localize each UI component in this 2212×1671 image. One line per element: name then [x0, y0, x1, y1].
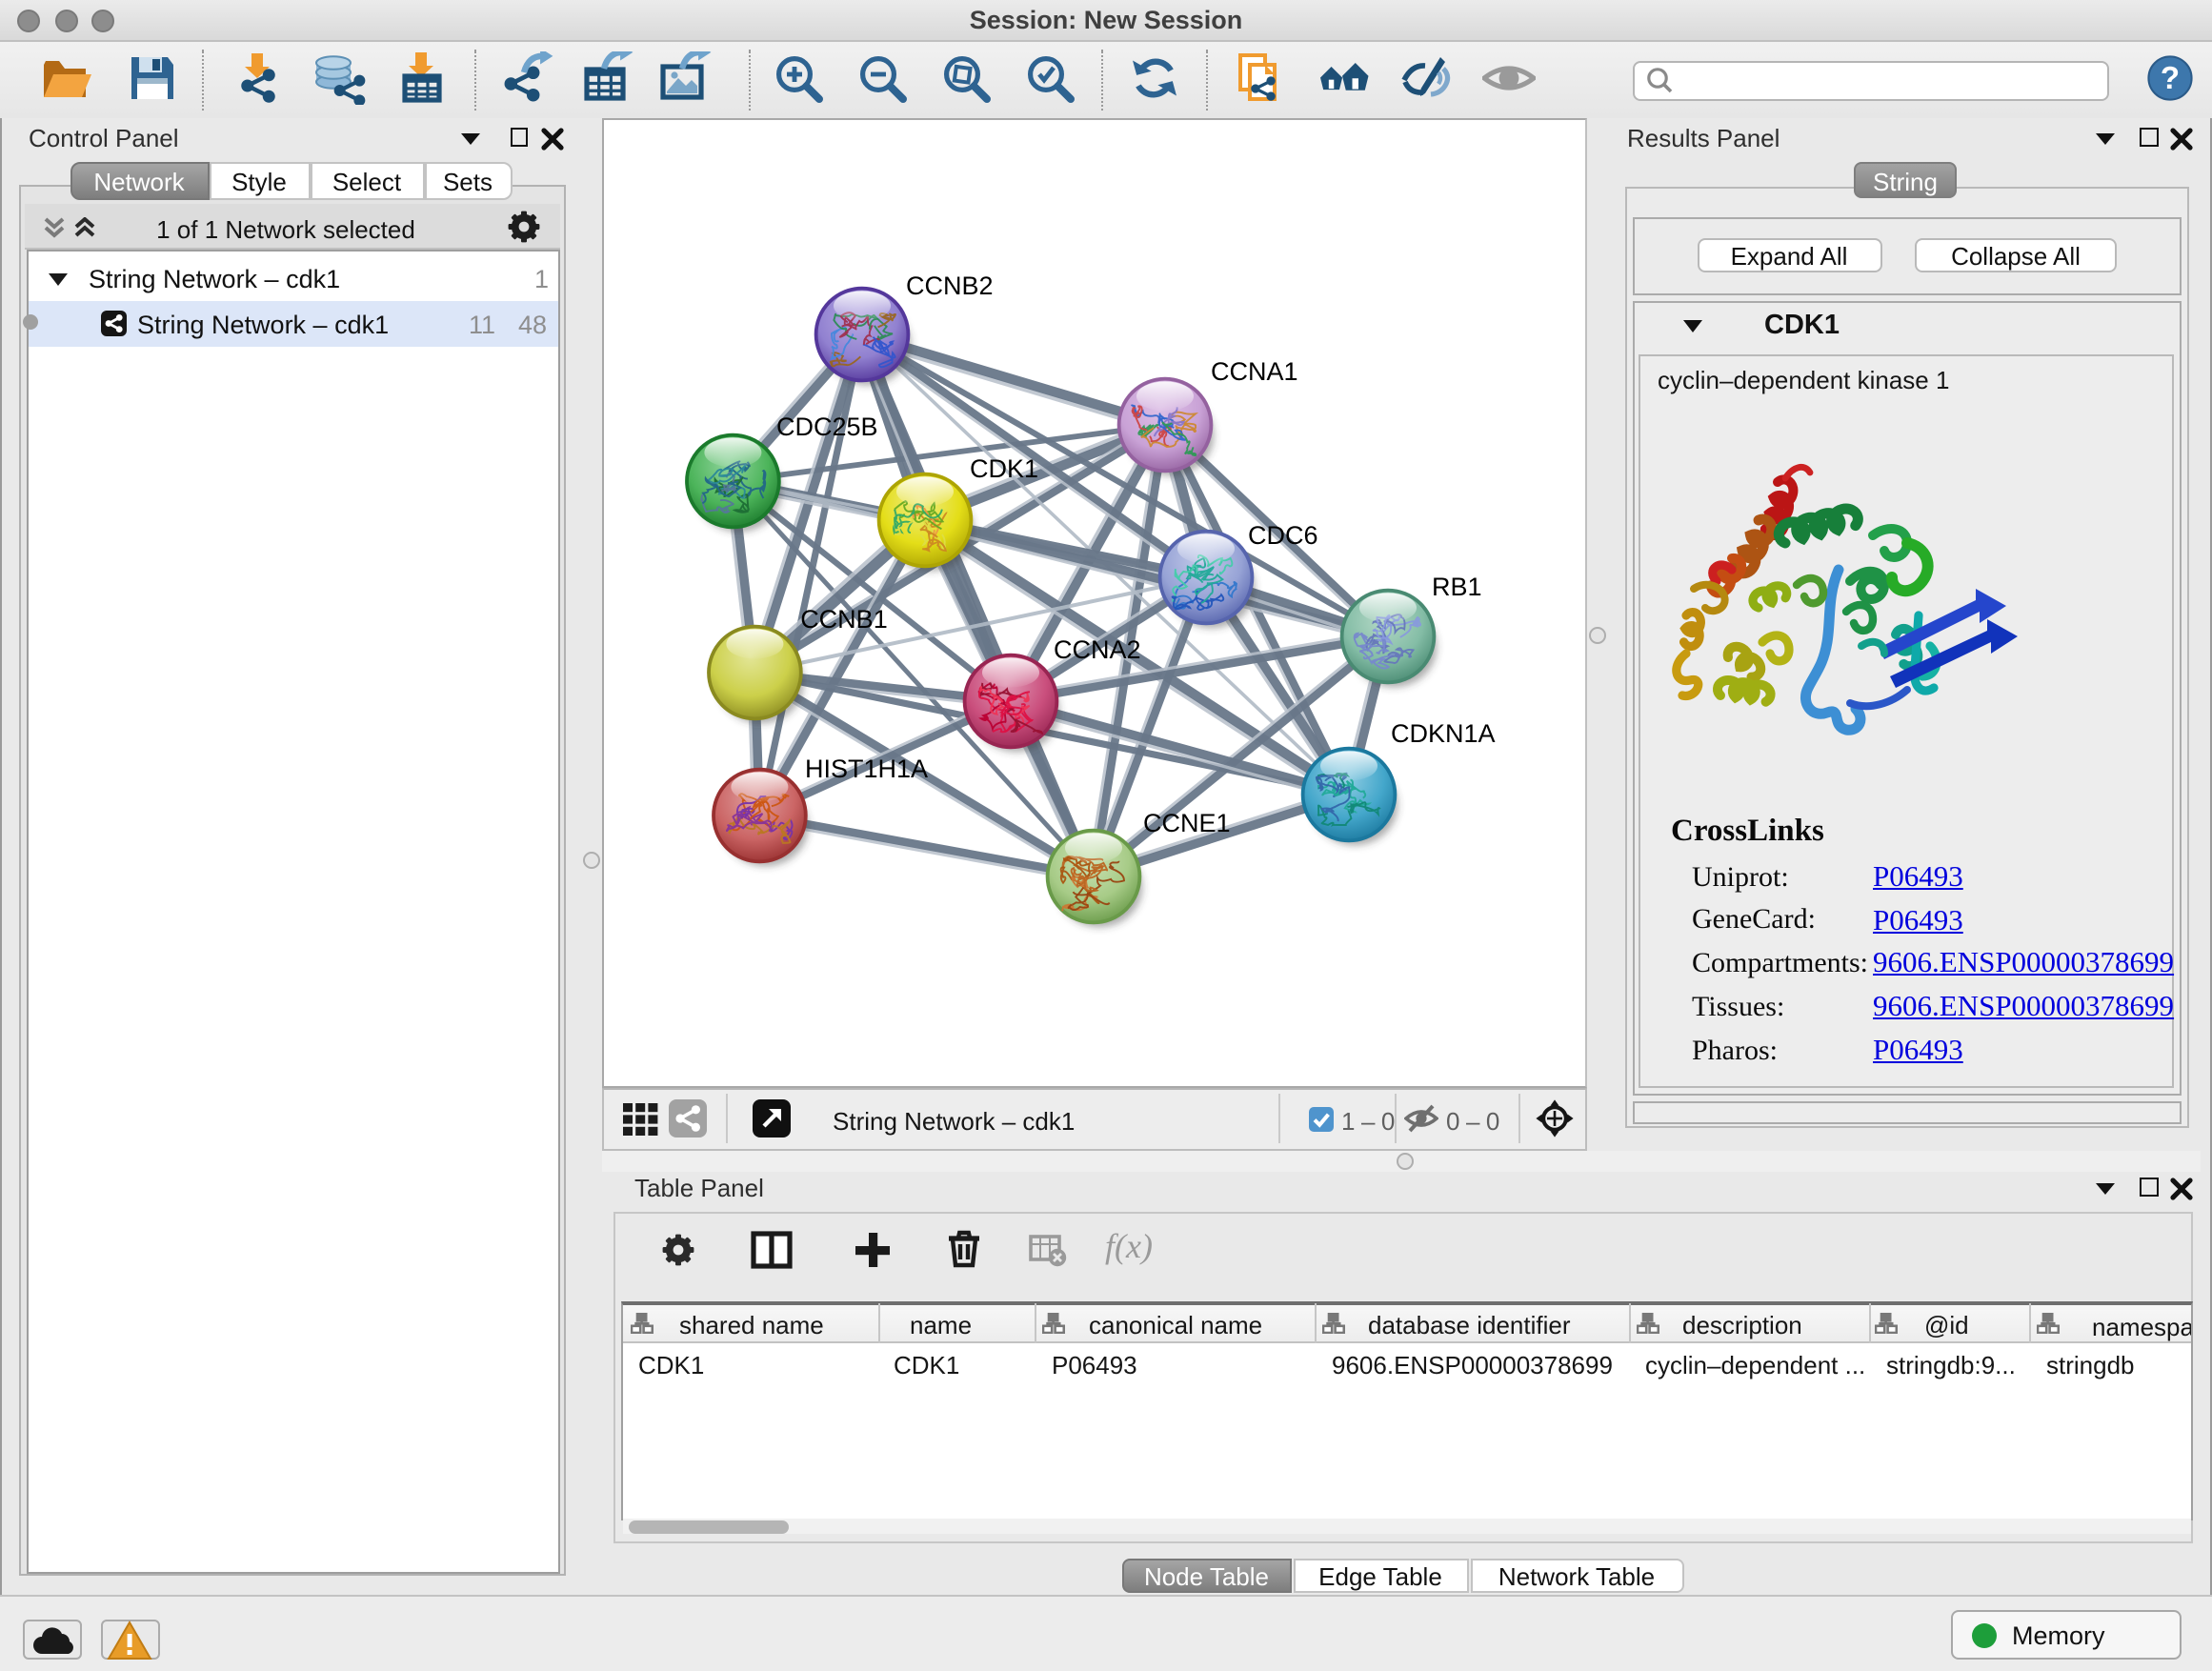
svg-text:CDC25B: CDC25B — [775, 413, 877, 441]
svg-text:CCNB1: CCNB1 — [799, 605, 887, 634]
svg-text:CCNA2: CCNA2 — [1053, 635, 1140, 664]
svg-text:CCNE1: CCNE1 — [1142, 809, 1230, 837]
svg-text:?: ? — [2161, 60, 2180, 95]
svg-text:CDKN1A: CDKN1A — [1390, 719, 1495, 748]
svg-text:CDK1: CDK1 — [969, 454, 1037, 483]
svg-text:RB1: RB1 — [1431, 573, 1481, 601]
svg-text:CCNA1: CCNA1 — [1210, 357, 1297, 386]
svg-text:HIST1H1A: HIST1H1A — [804, 755, 927, 783]
svg-text:CDC6: CDC6 — [1247, 521, 1317, 550]
svg-text:CCNB2: CCNB2 — [905, 272, 993, 300]
